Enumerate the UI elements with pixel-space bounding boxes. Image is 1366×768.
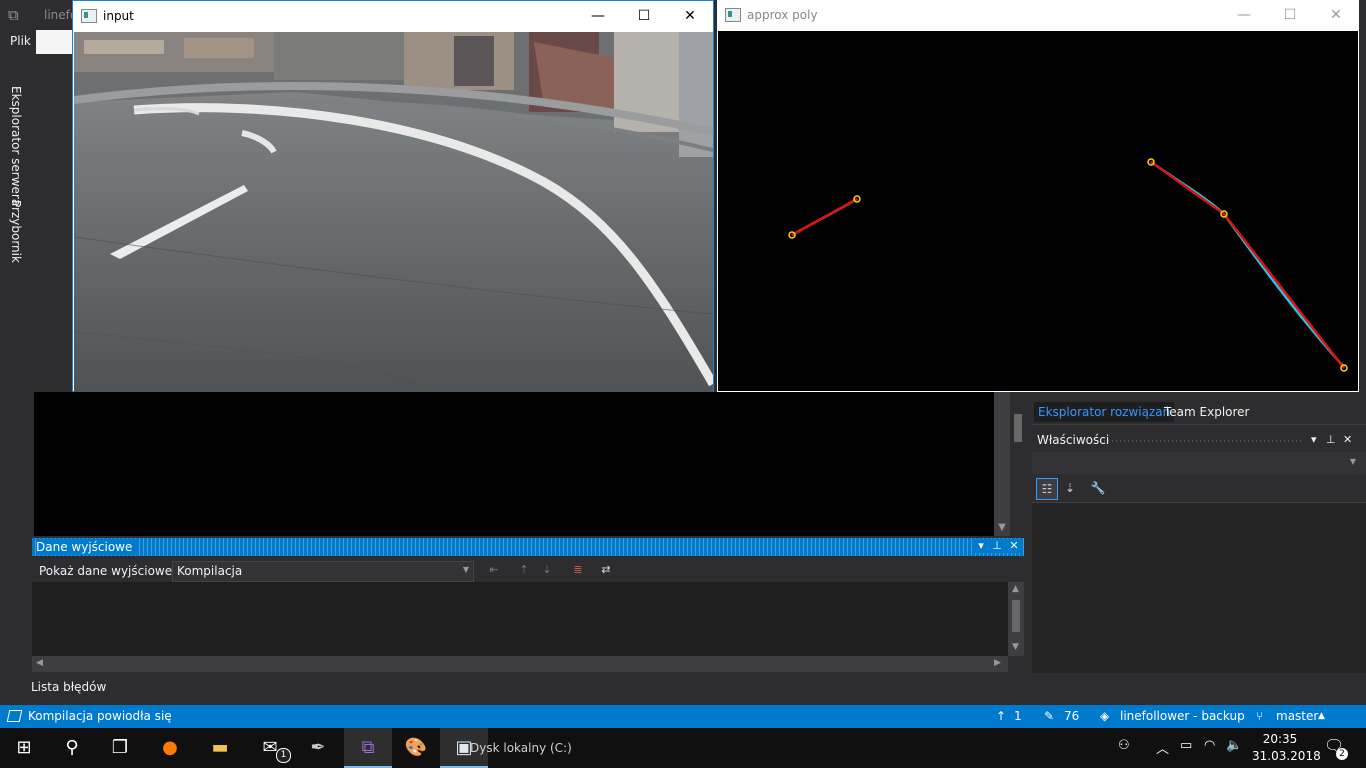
task-view-icon[interactable]: ❐ xyxy=(96,728,144,768)
output-panel-title: Dane wyjściowe xyxy=(36,539,137,555)
output-source-label: Pokaż dane wyjściowe z: xyxy=(39,564,187,578)
taskbar-window-label[interactable]: Dysk lokalny (C:) xyxy=(470,741,572,755)
window-app-icon xyxy=(725,8,741,22)
output-vertical-scrollbar[interactable]: ▲ ▼ xyxy=(1008,582,1024,656)
maximize-icon[interactable]: ☐ xyxy=(1267,0,1313,30)
pin-icon[interactable]: ⊥ xyxy=(990,539,1004,553)
document-tab[interactable] xyxy=(36,30,76,54)
search-icon[interactable]: ⚲ xyxy=(48,728,96,768)
firefox-icon[interactable]: ● xyxy=(146,728,194,768)
tab-solution-explorer[interactable]: Eksplorator rozwiązań xyxy=(1034,402,1175,422)
input-window-title: input xyxy=(103,9,134,23)
approx-segment xyxy=(791,197,858,237)
pending-changes-count[interactable]: 76 xyxy=(1064,709,1079,723)
approx-poly-window[interactable]: approx poly — ☐ ✕ xyxy=(717,0,1359,392)
visual-studio-logo-icon: ⧉ xyxy=(8,6,19,24)
dropdown-icon[interactable]: ▾ xyxy=(1311,433,1317,446)
properties-grid[interactable] xyxy=(1032,502,1366,673)
tab-team-explorer[interactable]: Team Explorer xyxy=(1164,402,1250,422)
visual-studio-icon[interactable]: ⧉ xyxy=(344,728,392,768)
categorized-icon[interactable]: ☷ xyxy=(1036,478,1058,500)
unpushed-commits-count[interactable]: 1 xyxy=(1014,709,1022,723)
approx-segment xyxy=(1223,213,1345,369)
pin-icon[interactable]: ⊥ xyxy=(1326,433,1336,446)
approx-poly-window-title: approx poly xyxy=(747,8,818,22)
push-arrow-icon[interactable]: ↑ xyxy=(996,709,1006,723)
pencil-icon[interactable]: ✎ xyxy=(1044,709,1054,723)
approx-segment xyxy=(1150,160,1225,216)
chevron-down-icon: ▼ xyxy=(1349,457,1356,466)
next-message-icon[interactable]: ⇣ xyxy=(539,562,555,578)
scroll-left-icon[interactable]: ◀ xyxy=(36,658,43,668)
approx-poly-window-titlebar[interactable]: approx poly — ☐ ✕ xyxy=(717,0,1359,30)
repository-name[interactable]: linefollower - backup xyxy=(1120,709,1245,723)
file-explorer-icon[interactable]: ▬ xyxy=(196,728,244,768)
inkscape-icon[interactable]: ✒ xyxy=(294,728,342,768)
input-window[interactable]: input — ☐ ✕ xyxy=(72,0,714,392)
close-icon[interactable]: ✕ xyxy=(1313,0,1359,30)
editor-scrollbar[interactable] xyxy=(994,392,1010,536)
contour-line xyxy=(1150,160,1345,368)
drag-grip[interactable] xyxy=(1104,440,1304,442)
scroll-right-icon[interactable]: ▶ xyxy=(994,658,1001,668)
branch-icon[interactable]: ⑂ xyxy=(1256,709,1263,723)
scroll-down-icon[interactable]: ▼ xyxy=(1012,642,1019,652)
output-source-select[interactable]: Kompilacja ▼ xyxy=(172,561,474,582)
windows-start-icon[interactable]: ⊞ xyxy=(0,728,48,768)
close-icon[interactable]: ✕ xyxy=(1007,539,1021,553)
output-panel-header xyxy=(32,538,1024,556)
maximize-icon[interactable]: ☐ xyxy=(621,1,667,31)
properties-object-select[interactable]: ▼ xyxy=(1032,452,1366,474)
repository-icon[interactable]: ◈ xyxy=(1100,709,1109,723)
chevron-down-icon: ▼ xyxy=(462,565,469,574)
previous-message-icon[interactable]: ⇡ xyxy=(516,562,532,578)
chevron-up-icon[interactable]: ▲ xyxy=(1318,711,1325,721)
tab-error-list[interactable]: Lista błędów xyxy=(31,680,106,694)
paint-icon[interactable]: 🎨 xyxy=(392,728,440,768)
input-window-titlebar[interactable]: input — ☐ ✕ xyxy=(73,1,713,31)
alphabetical-sort-icon[interactable]: ⇣ xyxy=(1060,478,1080,498)
menu-file[interactable]: Plik xyxy=(10,34,31,48)
tab-toolbox[interactable]: Przybornik xyxy=(9,200,23,263)
close-icon[interactable]: ✕ xyxy=(1343,433,1352,446)
scroll-up-icon[interactable]: ▲ xyxy=(1012,584,1019,594)
status-bar: Kompilacja powiodła się ↑ 1 ✎ 76 ◈ linef… xyxy=(0,705,1366,728)
chevron-up-icon[interactable]: ︿ xyxy=(1156,738,1169,757)
branch-name[interactable]: master xyxy=(1276,709,1318,723)
output-text-area[interactable] xyxy=(32,582,1008,656)
clock-time: 20:35 xyxy=(1262,732,1298,746)
dropdown-icon[interactable]: ▾ xyxy=(974,539,988,553)
taskbar-clock[interactable]: 20:35 31.03.2018 xyxy=(1252,731,1321,765)
minimize-icon[interactable]: — xyxy=(575,1,621,31)
output-horizontal-scrollbar[interactable]: ◀ ▶ xyxy=(32,656,1008,672)
scroll-down-icon[interactable]: ▼ xyxy=(994,520,1010,536)
battery-icon[interactable]: ▭ xyxy=(1180,738,1192,753)
window-app-icon xyxy=(81,9,97,23)
mail-badge: 1 xyxy=(276,748,291,763)
status-message: Kompilacja powiodła się xyxy=(28,709,172,723)
left-tool-strip: Eksplorator serwera Przybornik xyxy=(0,56,32,656)
notification-badge: 2 xyxy=(1336,748,1348,760)
clear-all-icon[interactable]: ≣ xyxy=(570,562,586,578)
properties-toolbar xyxy=(1032,476,1366,500)
property-pages-icon[interactable]: 🔧 xyxy=(1088,478,1108,498)
properties-title: Właściwości xyxy=(1037,433,1110,447)
build-status-icon xyxy=(6,710,23,722)
people-icon[interactable]: ⚇ xyxy=(1118,738,1130,753)
volume-icon[interactable]: 🔈 xyxy=(1226,738,1242,753)
camera-frame-image xyxy=(74,32,713,392)
output-source-value: Kompilacja xyxy=(177,564,243,578)
clock-date: 31.03.2018 xyxy=(1252,749,1321,763)
approx-poly-image xyxy=(718,31,1358,391)
wifi-icon[interactable]: ◠ xyxy=(1204,738,1215,753)
close-icon[interactable]: ✕ xyxy=(667,1,713,31)
word-wrap-icon[interactable]: ⇄ xyxy=(598,562,614,578)
minimize-icon[interactable]: — xyxy=(1221,0,1267,30)
code-editor[interactable] xyxy=(34,392,1010,536)
tab-server-explorer[interactable]: Eksplorator serwera xyxy=(9,86,23,206)
goto-location-icon[interactable]: ⇤ xyxy=(486,562,502,578)
